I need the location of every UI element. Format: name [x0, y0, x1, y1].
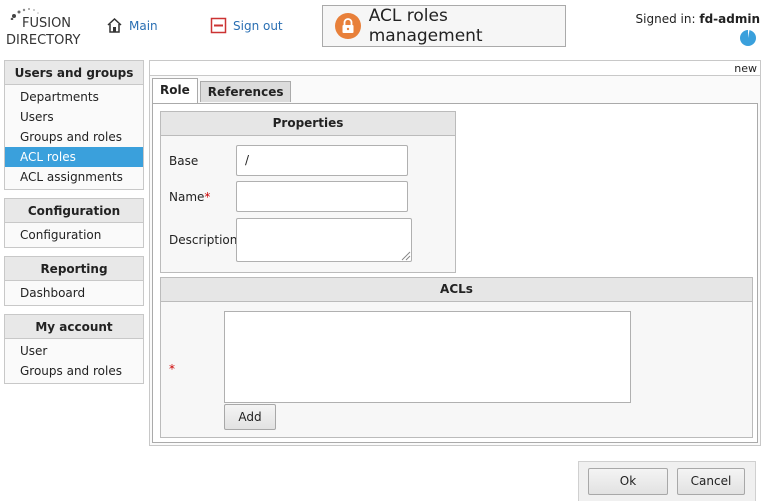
main-panel: new Role References Properties Base / Na… [149, 60, 761, 446]
description-label: Description [169, 233, 238, 247]
object-state-label: new [150, 61, 760, 76]
logo-text-fusion: FUSION [22, 16, 72, 31]
signout-link-label: Sign out [233, 18, 283, 33]
acls-list[interactable] [224, 311, 631, 403]
sidebar-item-groups-and-roles[interactable]: Groups and roles [5, 127, 143, 147]
menu-section-users-and-groups: Users and groups Departments Users Group… [4, 60, 144, 190]
session-timer-icon [740, 29, 756, 46]
signout-link[interactable]: Sign out [210, 17, 283, 34]
name-label: Name* [169, 190, 210, 204]
properties-fieldset: Properties Base / Name* Description [160, 111, 456, 273]
sidebar-item-acl-roles[interactable]: ACL roles [5, 147, 143, 167]
page-title: ACL roles management [368, 6, 483, 46]
menu-section-my-account: My account User Groups and roles [4, 314, 144, 384]
footer-actions: Ok Cancel [578, 461, 756, 501]
sidebar-item-users[interactable]: Users [5, 107, 143, 127]
name-field[interactable] [236, 181, 408, 212]
logo-text-directory: DIRECTORY [6, 33, 81, 48]
tab-references[interactable]: References [199, 81, 292, 102]
signed-in-info: Signed in: fd-admin [636, 12, 760, 26]
sidebar-item-user[interactable]: User [5, 341, 143, 361]
menu-section-reporting: Reporting Dashboard [4, 256, 144, 306]
sidebar-item-acl-assignments[interactable]: ACL assignments [5, 167, 143, 187]
acls-required-marker: * [169, 362, 175, 376]
tab-bar: Role References [152, 78, 292, 104]
menu-section-title: Users and groups [5, 61, 143, 85]
lock-icon [335, 13, 361, 39]
main-link[interactable]: Main [106, 17, 158, 34]
cancel-button[interactable]: Cancel [677, 468, 745, 495]
resize-grip-icon[interactable] [399, 249, 411, 261]
menu-section-title: Configuration [5, 199, 143, 223]
properties-title: Properties [161, 112, 455, 136]
sidebar-item-my-groups-and-roles[interactable]: Groups and roles [5, 361, 143, 381]
name-required-marker: * [204, 190, 211, 204]
description-textarea[interactable] [236, 218, 412, 262]
page-title-box: ACL roles management [322, 5, 566, 47]
menu-section-title: Reporting [5, 257, 143, 281]
signout-icon [210, 17, 227, 34]
ok-button[interactable]: Ok [588, 468, 668, 495]
tab-panel-role: Properties Base / Name* Description ACLs… [152, 103, 758, 443]
sidebar-item-configuration[interactable]: Configuration [5, 225, 143, 245]
tab-role[interactable]: Role [152, 78, 198, 104]
base-label: Base [169, 154, 199, 168]
main-link-label: Main [129, 18, 158, 33]
signed-in-user[interactable]: fd-admin [699, 12, 760, 26]
acls-fieldset: ACLs * Add [160, 277, 753, 438]
menu-section-title: My account [5, 315, 143, 339]
sidebar-item-departments[interactable]: Departments [5, 87, 143, 107]
menu-section-configuration: Configuration Configuration [4, 198, 144, 248]
fusiondirectory-logo: FUSION DIRECTORY [6, 6, 81, 50]
sidebar-item-dashboard[interactable]: Dashboard [5, 283, 143, 303]
name-label-text: Name [169, 190, 205, 204]
add-acl-button[interactable]: Add [224, 404, 276, 430]
acls-title: ACLs [161, 278, 752, 302]
base-field[interactable]: / [236, 145, 408, 176]
home-icon [107, 17, 122, 33]
signed-in-label: Signed in: [635, 12, 696, 26]
